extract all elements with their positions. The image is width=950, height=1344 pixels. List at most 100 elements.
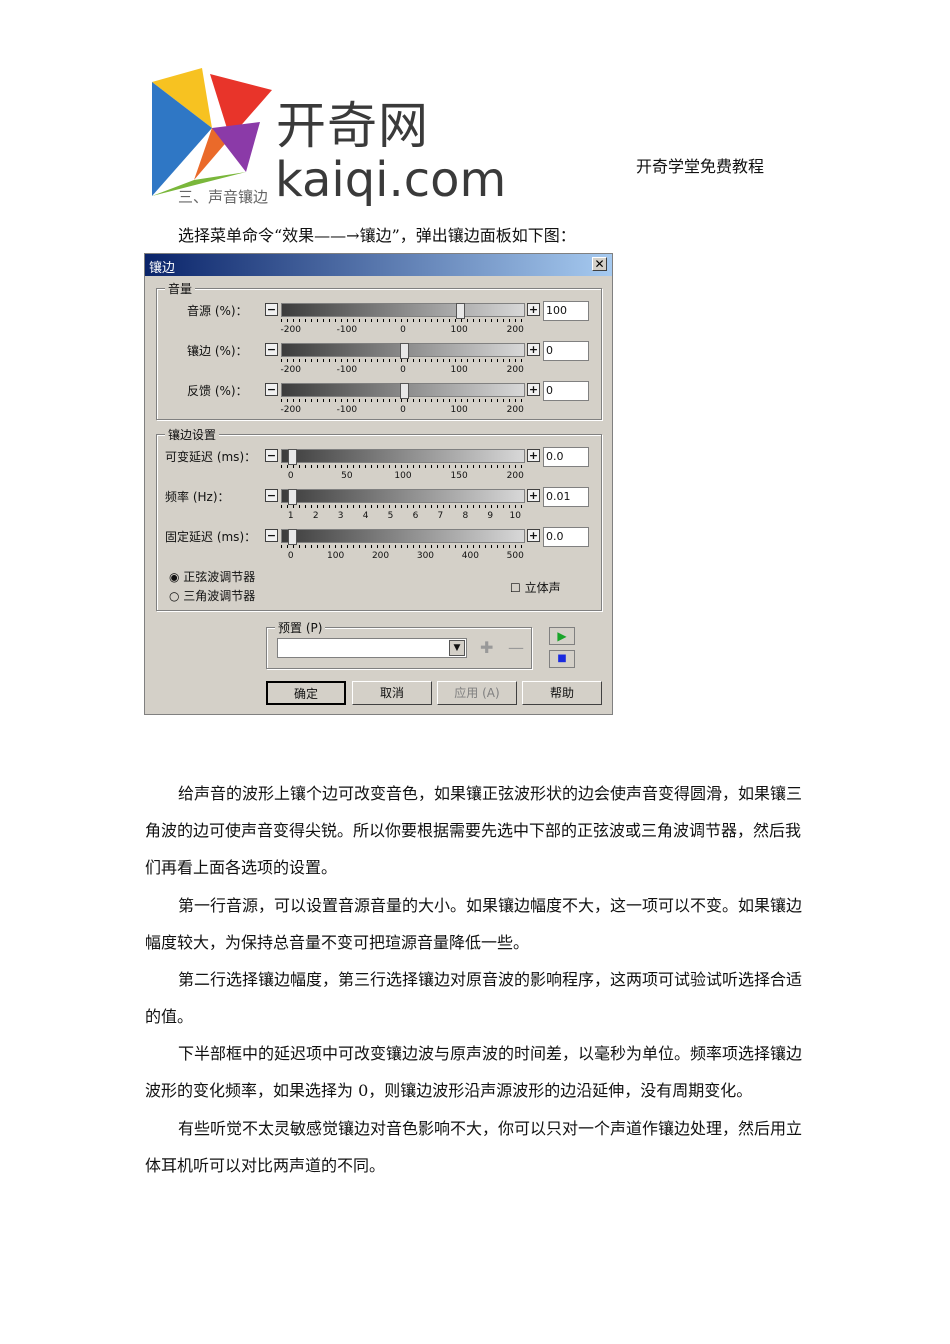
slider-track[interactable] (281, 303, 525, 319)
section-title: 三、声音镶边 (178, 188, 269, 206)
radio-sine[interactable]: ◉ 正弦波调节器 (169, 568, 255, 585)
slider-control[interactable]: − +0 100 200 300 400 500 (265, 529, 541, 565)
paragraph-3: 第二行选择镶边幅度，第三行选择镶边对原音波的影响程序，这两项可试验试听选择合适的… (145, 961, 810, 1035)
slider-control[interactable]: − + -200 -100 0 100 200 (265, 343, 541, 379)
plus-icon[interactable]: + (527, 383, 540, 396)
value-field[interactable]: 0.0 (543, 527, 589, 547)
tick-label: 5 (387, 511, 394, 521)
ok-button[interactable]: 确定 (266, 681, 346, 705)
tick-label: 500 (506, 551, 524, 561)
plus-icon[interactable]: + (527, 529, 540, 542)
slider-thumb[interactable] (400, 383, 409, 399)
chevron-down-icon[interactable]: ▼ (449, 640, 465, 656)
plus-icon[interactable]: + (527, 489, 540, 502)
minus-icon[interactable]: − (265, 303, 278, 316)
tick-label: 50 (341, 471, 353, 481)
flange-group-title: 镶边设置 (165, 426, 220, 443)
tick-label: 200 (506, 325, 524, 335)
slider-thumb[interactable] (400, 343, 409, 359)
tick-label: 3 (337, 511, 344, 521)
slider-track[interactable] (281, 489, 525, 505)
minus-icon[interactable]: − (265, 383, 278, 396)
tick-label: 150 (450, 471, 468, 481)
value-field[interactable]: 0 (543, 381, 589, 401)
slider-thumb[interactable] (287, 449, 297, 465)
tick-label: 200 (506, 405, 524, 415)
volume-group-title: 音量 (165, 280, 196, 297)
tick-label: 100 (450, 325, 468, 335)
close-button[interactable]: ✕ (592, 257, 607, 271)
slider-thumb[interactable] (287, 489, 297, 505)
play-button[interactable]: ▶ (549, 627, 575, 645)
tick-label: 4 (362, 511, 369, 521)
tick-label: 200 (506, 471, 524, 481)
plus-icon[interactable]: + (527, 343, 540, 356)
value-field[interactable]: 0 (543, 341, 589, 361)
radio-triangle-label: 三角波调节器 (183, 589, 256, 603)
dialog-titlebar: 镶边 ✕ (145, 254, 612, 276)
value-field[interactable]: 100 (543, 301, 589, 321)
stop-button[interactable]: ■ (549, 650, 575, 668)
plus-icon[interactable]: + (527, 449, 540, 462)
header-tutorial-label: 开奇学堂免费教程 (636, 157, 765, 176)
tick-label: 1 (287, 511, 294, 521)
tick-label: 0 (400, 405, 406, 415)
tick-label: 100 (327, 551, 345, 561)
slider-track[interactable] (281, 449, 525, 465)
tick-label: 0 (400, 365, 406, 375)
remove-preset-icon[interactable]: — (508, 638, 524, 657)
value-field[interactable]: 0.01 (543, 487, 589, 507)
add-preset-icon[interactable]: ✚ (480, 638, 493, 657)
minus-icon[interactable]: − (265, 489, 278, 502)
slider-label: 镶边 (%)： (187, 344, 248, 358)
tick-label: 6 (412, 511, 419, 521)
slider-track[interactable] (281, 529, 525, 545)
help-button[interactable]: 帮助 (522, 681, 602, 705)
slider-track[interactable] (281, 383, 525, 399)
tick-label: 300 (416, 551, 435, 561)
slider-control[interactable]: − + -200 -100 0 100 200 (265, 383, 541, 419)
radio-triangle[interactable]: ○ 三角波调节器 (169, 587, 255, 604)
tick-label: 8 (462, 511, 469, 521)
flange-dialog: 镶边 ✕ 音量 镶边设置 音源 (%)： − + -200 -100 0 100 200 100… (144, 253, 613, 715)
slider-control[interactable]: − +1 2 3 4 5 6 7 8 9 10 (265, 489, 541, 525)
tick-label: 100 (394, 471, 412, 481)
tick-label: 200 (371, 551, 390, 561)
paragraph-3-text: 第二行选择镶边幅度，第三行选择镶边对原音波的影响程序，这两项可试验试听选择合适的… (145, 970, 803, 1026)
slider-control[interactable]: − +0 50 100 150 200 (265, 449, 541, 485)
slider-thumb[interactable] (287, 529, 297, 545)
paragraph-2-text: 第一行音源，可以设置音源音量的大小。如果镶边幅度不大，这一项可以不变。如果镶边幅… (145, 896, 803, 952)
tick-label: 9 (487, 511, 494, 521)
tick-label: 10 (509, 511, 521, 521)
paragraph-1-text: 给声音的波形上镶个边可改变音色，如果镶正弦波形状的边会使声音变得圆滑，如果镶三角… (145, 784, 803, 877)
tick-label: -100 (336, 365, 358, 375)
slider-label: 音源 (%)： (187, 304, 248, 318)
value-field[interactable]: 0.0 (543, 447, 589, 467)
preset-select[interactable]: ▼ (277, 638, 467, 658)
paragraph-4-text: 下半部框中的延迟项中可改变镶边波与原声波的时间差，以毫秒为单位。频率项选择镶边波… (145, 1044, 803, 1100)
logo-icon (152, 68, 272, 196)
slider-track[interactable] (281, 343, 525, 359)
slider-label: 可变延迟 (ms)： (165, 450, 257, 464)
tick-label: 0 (400, 325, 406, 335)
minus-icon[interactable]: − (265, 343, 278, 356)
tick-label: 100 (450, 365, 468, 375)
tick-label: 0 (287, 551, 294, 561)
stereo-label: 立体声 (524, 581, 561, 595)
stereo-checkbox[interactable]: ☐ 立体声 (510, 579, 561, 596)
cancel-button[interactable]: 取消 (352, 681, 432, 705)
paragraph-4: 下半部框中的延迟项中可改变镶边波与原声波的时间差，以毫秒为单位。频率项选择镶边波… (145, 1035, 810, 1109)
minus-icon[interactable]: − (265, 529, 278, 542)
paragraph-5-text: 有些听觉不太灵敏感觉镶边对音色影响不大，你可以只对一个声道作镶边处理，然后用立体… (145, 1119, 803, 1175)
plus-icon[interactable]: + (527, 303, 540, 316)
tick-label: 2 (312, 511, 319, 521)
slider-thumb[interactable] (456, 303, 466, 319)
minus-icon[interactable]: − (265, 449, 278, 462)
slider-label: 固定延迟 (ms)： (165, 530, 257, 544)
slider-control[interactable]: − + -200 -100 0 100 200 (265, 303, 541, 339)
slider-label: 频率 (Hz)： (165, 490, 230, 504)
tick-label: 7 (437, 511, 444, 521)
logo-text-cn: 开奇网 (276, 97, 429, 155)
apply-button[interactable]: 应用 (A) (437, 681, 517, 705)
logo-text-en: kaiqi.com (275, 152, 507, 208)
